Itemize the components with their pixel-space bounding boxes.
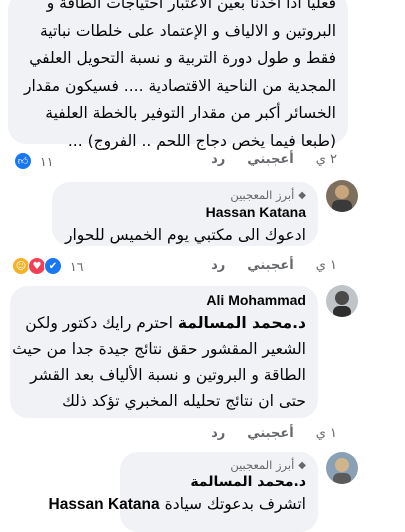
comment-text: فعليا اذا أخذنا بعين الاعتبار احتياجات ا… [20, 0, 336, 155]
comment-author[interactable]: د.محمد المسالمة [132, 474, 306, 490]
comment-text: ادعوك الى مكتبي يوم الخميس للحوار [65, 226, 306, 244]
comment-time[interactable]: ١ ي [316, 426, 337, 441]
avatar[interactable] [326, 285, 358, 317]
comment-author[interactable]: Hassan Katana [64, 204, 306, 220]
reply-button[interactable]: رد [211, 152, 225, 167]
comment-text-prefix: اتشرف بدعوتك سيادة [164, 495, 306, 513]
comment-bubble: Ali Mohammad د.محمد المسالمة احترم رايك … [10, 286, 318, 418]
comment-line: (طبعا فيما يخص دجاج اللحم .. الفروج) ... [67, 131, 336, 150]
comment-time[interactable]: ٢ ي [316, 152, 337, 167]
top-fan-badge: ◆ أبرز المعجبين [230, 458, 306, 472]
like-button[interactable]: أعجبني [247, 258, 293, 273]
comment-time[interactable]: ١ ي [316, 258, 337, 273]
comment-line: د.محمد المسالمة احترم رايك دكتور ولكن [22, 310, 306, 336]
like-button[interactable]: أعجبني [247, 152, 293, 167]
comment-text: د.محمد المسالمة احترم رايك دكتور ولكن ال… [12, 310, 306, 414]
comment-actions: ١ ي أعجبني رد [211, 426, 337, 441]
comment-bubble: فعليا اذا أخذنا بعين الاعتبار احتياجات ا… [8, 0, 348, 150]
avatar[interactable] [326, 452, 358, 484]
comment-line: الخسائر أكبر من مقدار التوفير بالخطة الع… [45, 104, 336, 122]
reaction-summary[interactable]: ☺ ♥ ✔ ١٦ [12, 257, 83, 275]
comment-line: البروتين و الالياف و الإعتماد على خلطات … [39, 21, 336, 40]
comment-line: الطاقة و البروتين و نسبة الألياف بعد الق… [30, 366, 306, 384]
comment-bubble: ◆ أبرز المعجبين Hassan Katana ادعوك الى … [52, 182, 318, 246]
comment-line: فقط و طول دورة التربية و نسبة التحويل ال… [29, 49, 336, 67]
like-button[interactable]: أعجبني [247, 426, 293, 441]
reply-button[interactable]: رد [211, 426, 225, 441]
comment-line-rest: احترم رايك دكتور ولكن [25, 314, 173, 332]
diamond-icon: ◆ [298, 459, 306, 471]
comment-line: فعليا اذا أخذنا بعين الاعتبار احتياجات ا… [46, 0, 336, 12]
reaction-count: ١١ [40, 153, 54, 169]
like-reaction-icon: 👍︎ [14, 152, 32, 170]
comment-line: حتى ان نتائج تحليله المخبري تؤكد ذلك [62, 392, 306, 410]
reaction-summary[interactable]: 👍︎ ١١ [14, 152, 53, 170]
like-reaction-icon: ✔ [44, 257, 62, 275]
comment-actions: ٢ ي أعجبني رد [211, 152, 337, 167]
comment-actions: ١ ي أعجبني رد [211, 258, 337, 273]
top-fan-badge: ◆ أبرز المعجبين [230, 188, 306, 202]
comment-bubble: ◆ أبرز المعجبين د.محمد المسالمة اتشرف بد… [49, 452, 318, 532]
mention-link[interactable]: Hassan Katana [49, 496, 160, 513]
avatar[interactable] [326, 180, 358, 212]
comment-author[interactable]: Ali Mohammad [22, 292, 306, 308]
reaction-count: ١٦ [70, 258, 84, 274]
comment-line: المجدية من الناحية الاقتصادية .... فسيكو… [24, 76, 336, 95]
comment-text: اتشرف بدعوتك سيادة Hassan Katana [49, 495, 307, 514]
diamond-icon: ◆ [298, 189, 306, 201]
reply-button[interactable]: رد [211, 258, 225, 273]
comment-line: الشعير المقشور حقق نتائج جيدة جدا من حيث [12, 340, 306, 358]
mention-link[interactable]: د.محمد المسالمة [178, 314, 306, 332]
